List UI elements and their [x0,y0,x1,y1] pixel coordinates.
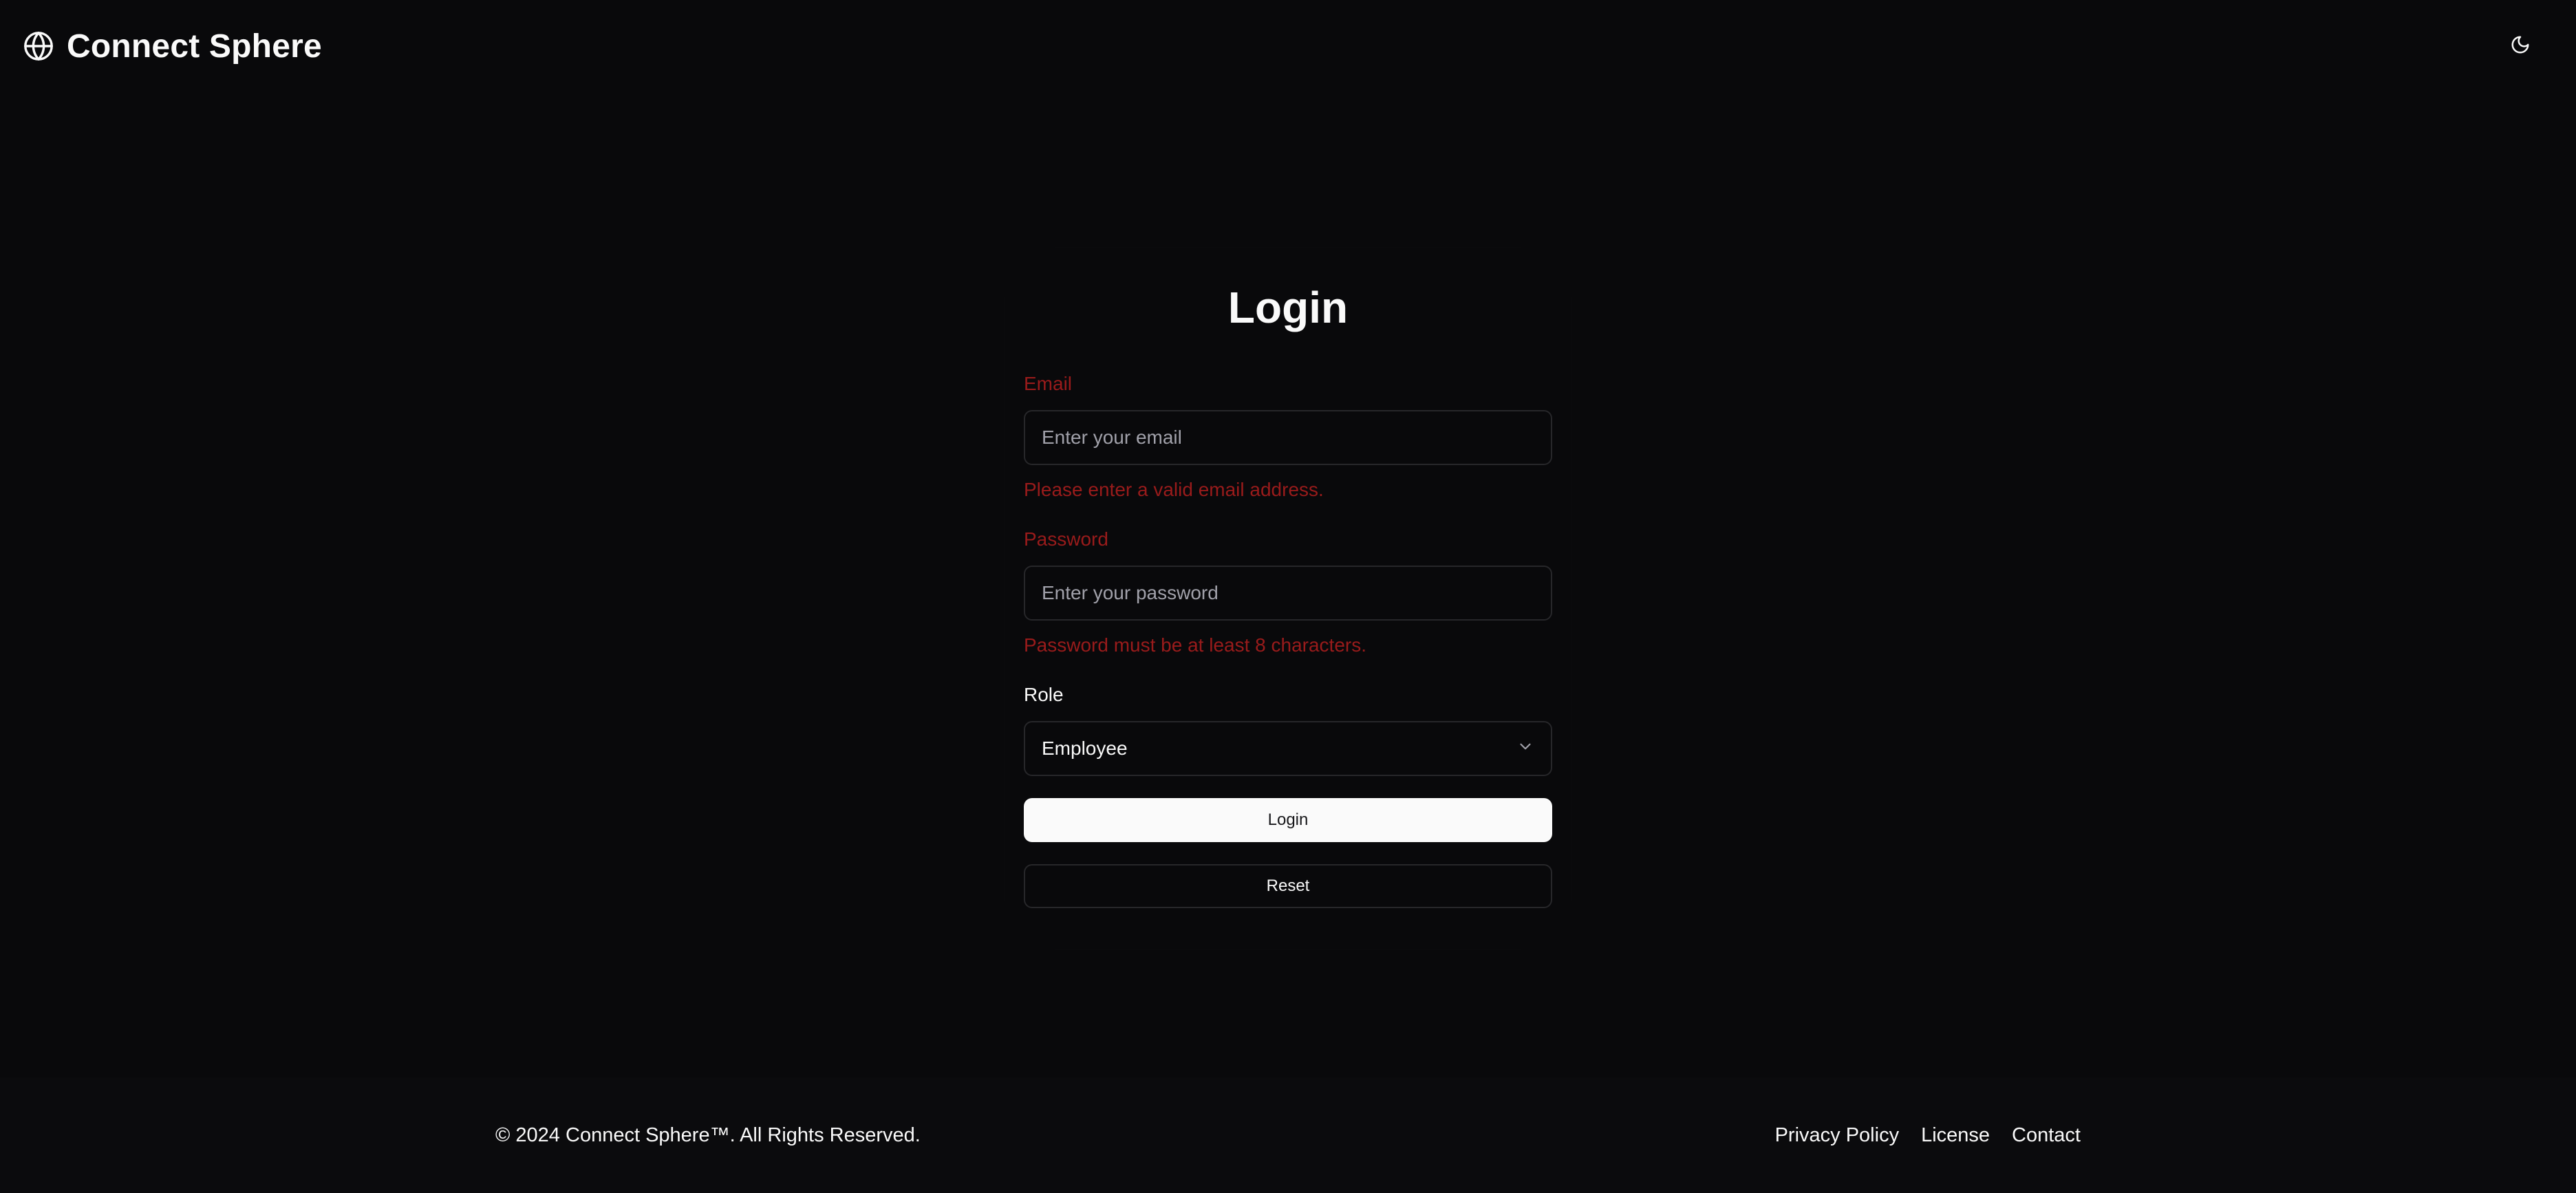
email-label: Email [1024,373,1073,394]
theme-toggle-button[interactable] [2496,21,2545,71]
footer-links: Privacy Policy License Contact [1775,1124,2081,1147]
chevron-down-icon [1516,738,1534,760]
license-link[interactable]: License [1921,1124,1990,1147]
page-title: Login [1227,283,1349,332]
password-field[interactable]: Enter your password [1024,566,1552,621]
password-error-message: Password must be at least 8 characters. [1024,634,1366,656]
email-field[interactable]: Enter your email [1024,410,1552,465]
role-select[interactable]: Employee [1024,721,1552,776]
email-error-message: Please enter a valid email address. [1024,479,1324,500]
app-header: Connect Sphere [0,0,2576,92]
role-label: Role [1024,684,1064,705]
brand-name: Connect Sphere [67,28,322,65]
contact-link[interactable]: Contact [2012,1124,2081,1147]
copyright-text: © 2024 Connect Sphere™. All Rights Reser… [495,1124,921,1146]
login-card: Login Email Enter your email Please ente… [1005,248,1571,949]
app-footer: © 2024 Connect Sphere™. All Rights Reser… [0,1077,2576,1193]
password-label: Password [1024,528,1108,550]
role-selected-value: Employee [1042,738,1128,759]
reset-button[interactable]: Reset [1024,864,1552,908]
password-placeholder: Enter your password [1042,582,1219,603]
privacy-policy-link[interactable]: Privacy Policy [1775,1124,1900,1147]
brand[interactable]: Connect Sphere [23,28,322,65]
globe-icon [23,30,54,62]
moon-icon [2510,34,2531,58]
email-placeholder: Enter your email [1042,427,1182,448]
login-button[interactable]: Login [1024,798,1552,842]
